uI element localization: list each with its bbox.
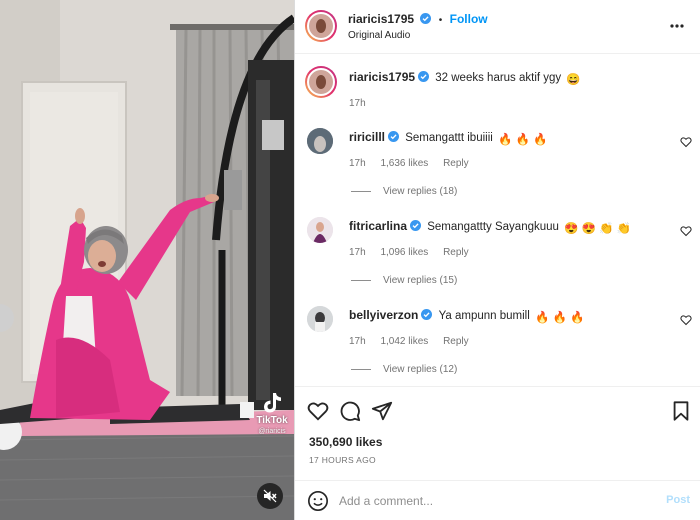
more-horizontal-icon bbox=[670, 24, 684, 28]
comment-line: riricilll Semangattt ibuiiii 🔥 🔥 🔥 bbox=[349, 130, 547, 146]
tiktok-watermark: TikTok @riaricis bbox=[252, 392, 292, 435]
view-replies-button[interactable]: View replies (12) bbox=[351, 364, 457, 375]
comment-like-heart-icon[interactable] bbox=[680, 314, 692, 326]
author-username[interactable]: riaricis1795 bbox=[348, 12, 414, 26]
post-timestamp[interactable]: 17 HOURS AGO bbox=[309, 455, 376, 465]
caption-emoji: 😄 bbox=[566, 74, 581, 86]
view-replies-button[interactable]: View replies (18) bbox=[351, 186, 457, 197]
reply-button[interactable]: Reply bbox=[443, 336, 469, 347]
reply-button[interactable]: Reply bbox=[443, 158, 469, 169]
comment-time: 17h bbox=[349, 247, 366, 258]
comment-input[interactable] bbox=[339, 490, 639, 512]
commenter-username[interactable]: fitricarlina bbox=[349, 219, 407, 233]
send-icon[interactable] bbox=[371, 400, 393, 422]
view-replies-label: View replies (15) bbox=[383, 275, 458, 286]
view-replies-button[interactable]: View replies (15) bbox=[351, 275, 457, 286]
comment-time: 17h bbox=[349, 336, 366, 347]
comment-meta: 17h 1,042 likes Reply bbox=[349, 336, 481, 347]
caption-time: 17h bbox=[349, 98, 366, 109]
audio-label[interactable]: Original Audio bbox=[348, 30, 410, 41]
comment-like-heart-icon[interactable] bbox=[680, 225, 692, 237]
commenter-avatar[interactable] bbox=[307, 128, 333, 154]
reply-button[interactable]: Reply bbox=[443, 247, 469, 258]
comment-emoji: 😍 😍 👏 👏 bbox=[564, 223, 632, 235]
comment-line: fitricarlina Semangattty Sayangkuuu 😍 😍 … bbox=[349, 219, 631, 235]
verified-badge-icon bbox=[421, 309, 433, 320]
speaker-muted-icon bbox=[263, 489, 277, 503]
comment-meta: 17h 1,636 likes Reply bbox=[349, 158, 481, 169]
comment-item: riricilll Semangattt ibuiiii 🔥 🔥 🔥 17h 1… bbox=[295, 126, 700, 208]
comment-text: Ya ampunn bumill bbox=[438, 310, 530, 322]
post-details-panel: riaricis1795 • Follow Original Audio ria… bbox=[295, 0, 700, 520]
comment-item: fitricarlina Semangattty Sayangkuuu 😍 😍 … bbox=[295, 215, 700, 297]
comment-line: bellyiverzon Ya ampunn bumill 🔥 🔥 🔥 bbox=[349, 308, 584, 324]
comment-meta: 17h 1,096 likes Reply bbox=[349, 247, 481, 258]
comment-time: 17h bbox=[349, 158, 366, 169]
comment-likes[interactable]: 1,042 likes bbox=[380, 336, 428, 347]
verified-badge-icon bbox=[418, 71, 430, 82]
commenter-username[interactable]: bellyiverzon bbox=[349, 308, 418, 322]
comment-item: bellyiverzon Ya ampunn bumill 🔥 🔥 🔥 17h … bbox=[295, 304, 700, 386]
comment-emoji: 🔥 🔥 🔥 bbox=[498, 134, 548, 146]
comment-text: Semangattt ibuiiii bbox=[405, 132, 493, 144]
tiktok-logo-icon bbox=[264, 393, 281, 413]
caption-username[interactable]: riaricis1795 bbox=[349, 70, 415, 84]
view-replies-label: View replies (12) bbox=[383, 364, 458, 375]
caption-author-avatar[interactable] bbox=[305, 66, 337, 98]
view-replies-label: View replies (18) bbox=[383, 186, 458, 197]
post-header: riaricis1795 • Follow Original Audio bbox=[295, 0, 700, 54]
verified-badge-icon bbox=[388, 131, 400, 142]
tiktok-brand-text: TikTok bbox=[256, 415, 288, 426]
commenter-avatar[interactable] bbox=[307, 217, 333, 243]
smiley-icon[interactable] bbox=[307, 490, 329, 512]
comment-icon[interactable] bbox=[339, 400, 361, 422]
separator-dot: • bbox=[438, 15, 443, 26]
caption-line: riaricis1795 32 weeks harus aktif ygy 😄 bbox=[349, 70, 581, 86]
caption-text: 32 weeks harus aktif ygy bbox=[435, 72, 562, 84]
add-comment-bar: Post bbox=[295, 480, 700, 520]
author-avatar[interactable] bbox=[305, 10, 337, 42]
comment-likes[interactable]: 1,636 likes bbox=[380, 158, 428, 169]
comment-emoji: 🔥 🔥 🔥 bbox=[534, 312, 585, 324]
commenter-avatar[interactable] bbox=[307, 306, 333, 332]
comment-likes[interactable]: 1,096 likes bbox=[380, 247, 428, 258]
post-comment-button[interactable]: Post bbox=[666, 494, 690, 506]
likes-count[interactable]: 350,690 likes bbox=[309, 435, 382, 449]
verified-badge-icon bbox=[410, 220, 422, 231]
mute-button[interactable] bbox=[257, 483, 283, 509]
commenter-username[interactable]: riricilll bbox=[349, 130, 385, 144]
video-frame bbox=[0, 0, 294, 520]
bookmark-icon[interactable] bbox=[670, 400, 692, 422]
post-video[interactable]: TikTok @riaricis bbox=[0, 0, 294, 520]
comment-text: Semangattty Sayangkuuu bbox=[427, 221, 559, 233]
follow-button[interactable]: Follow bbox=[450, 12, 488, 26]
comment-like-heart-icon[interactable] bbox=[680, 136, 692, 148]
heart-icon[interactable] bbox=[307, 400, 329, 422]
tiktok-handle-text: @riaricis bbox=[258, 428, 286, 435]
more-options-button[interactable] bbox=[666, 16, 688, 36]
post-actions: 350,690 likes 17 HOURS AGO bbox=[295, 386, 700, 482]
verified-badge-icon bbox=[420, 13, 432, 24]
post-caption: riaricis1795 32 weeks harus aktif ygy 😄 … bbox=[295, 64, 700, 114]
